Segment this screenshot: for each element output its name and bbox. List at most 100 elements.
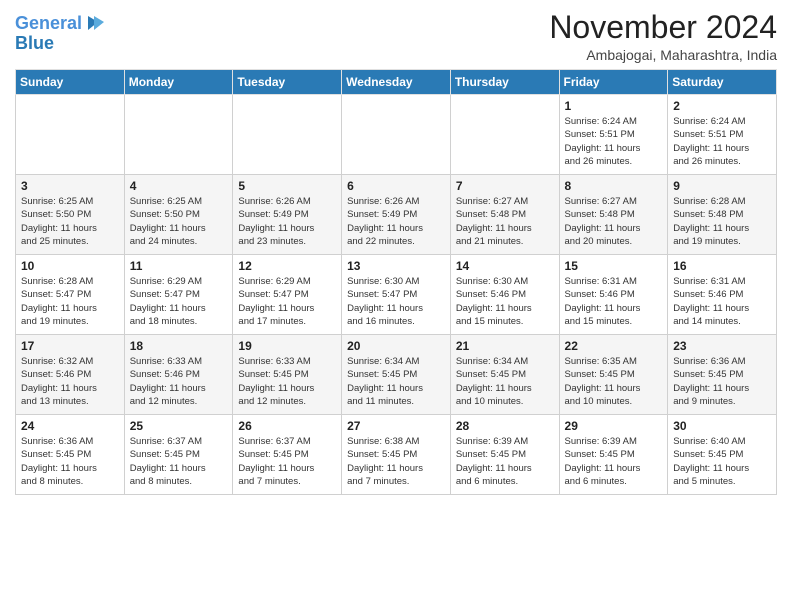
day-cell xyxy=(16,95,125,175)
day-number: 20 xyxy=(347,339,445,353)
day-cell: 23 Sunrise: 6:36 AM Sunset: 5:45 PM Dayli… xyxy=(668,335,777,415)
day-number: 15 xyxy=(565,259,663,273)
day-number: 22 xyxy=(565,339,663,353)
day-info: Sunrise: 6:36 AM Sunset: 5:45 PM Dayligh… xyxy=(673,355,771,408)
day-number: 19 xyxy=(238,339,336,353)
day-cell: 27 Sunrise: 6:38 AM Sunset: 5:45 PM Dayli… xyxy=(342,415,451,495)
day-info: Sunrise: 6:31 AM Sunset: 5:46 PM Dayligh… xyxy=(673,275,771,328)
day-cell: 15 Sunrise: 6:31 AM Sunset: 5:46 PM Dayli… xyxy=(559,255,668,335)
col-header-monday: Monday xyxy=(124,70,233,95)
day-number: 2 xyxy=(673,99,771,113)
day-number: 21 xyxy=(456,339,554,353)
calendar-table: SundayMondayTuesdayWednesdayThursdayFrid… xyxy=(15,69,777,495)
day-number: 13 xyxy=(347,259,445,273)
day-number: 27 xyxy=(347,419,445,433)
day-number: 18 xyxy=(130,339,228,353)
week-row-3: 10Sunrise: 6:28 AM Sunset: 5:47 PM Dayli… xyxy=(16,255,777,335)
day-cell: 10Sunrise: 6:28 AM Sunset: 5:47 PM Dayli… xyxy=(16,255,125,335)
day-number: 17 xyxy=(21,339,119,353)
day-cell: 18 Sunrise: 6:33 AM Sunset: 5:46 PM Dayli… xyxy=(124,335,233,415)
week-row-2: 3 Sunrise: 6:25 AM Sunset: 5:50 PM Daylig… xyxy=(16,175,777,255)
day-number: 11 xyxy=(130,259,228,273)
day-info: Sunrise: 6:26 AM Sunset: 5:49 PM Dayligh… xyxy=(238,195,336,248)
day-cell xyxy=(233,95,342,175)
location: Ambajogai, Maharashtra, India xyxy=(549,47,777,63)
day-number: 28 xyxy=(456,419,554,433)
day-info: Sunrise: 6:39 AM Sunset: 5:45 PM Dayligh… xyxy=(456,435,554,488)
day-info: Sunrise: 6:29 AM Sunset: 5:47 PM Dayligh… xyxy=(238,275,336,328)
day-info: Sunrise: 6:34 AM Sunset: 5:45 PM Dayligh… xyxy=(347,355,445,408)
day-cell: 16 Sunrise: 6:31 AM Sunset: 5:46 PM Dayli… xyxy=(668,255,777,335)
day-cell: 13 Sunrise: 6:30 AM Sunset: 5:47 PM Dayli… xyxy=(342,255,451,335)
col-header-friday: Friday xyxy=(559,70,668,95)
day-cell: 25Sunrise: 6:37 AM Sunset: 5:45 PM Dayli… xyxy=(124,415,233,495)
day-number: 9 xyxy=(673,179,771,193)
day-number: 5 xyxy=(238,179,336,193)
logo-line1: General xyxy=(15,13,82,33)
day-number: 16 xyxy=(673,259,771,273)
day-info: Sunrise: 6:30 AM Sunset: 5:46 PM Dayligh… xyxy=(456,275,554,328)
day-info: Sunrise: 6:28 AM Sunset: 5:48 PM Dayligh… xyxy=(673,195,771,248)
header: General Blue November 2024 Ambajogai, Ma… xyxy=(15,10,777,63)
day-cell: 14 Sunrise: 6:30 AM Sunset: 5:46 PM Dayli… xyxy=(450,255,559,335)
day-info: Sunrise: 6:33 AM Sunset: 5:46 PM Dayligh… xyxy=(130,355,228,408)
month-title: November 2024 xyxy=(549,10,777,45)
day-cell: 6Sunrise: 6:26 AM Sunset: 5:49 PM Daylig… xyxy=(342,175,451,255)
day-cell: 11 Sunrise: 6:29 AM Sunset: 5:47 PM Dayli… xyxy=(124,255,233,335)
day-info: Sunrise: 6:33 AM Sunset: 5:45 PM Dayligh… xyxy=(238,355,336,408)
day-cell: 12 Sunrise: 6:29 AM Sunset: 5:47 PM Dayli… xyxy=(233,255,342,335)
day-cell: 8Sunrise: 6:27 AM Sunset: 5:48 PM Daylig… xyxy=(559,175,668,255)
day-cell: 17 Sunrise: 6:32 AM Sunset: 5:46 PM Dayli… xyxy=(16,335,125,415)
calendar-container: General Blue November 2024 Ambajogai, Ma… xyxy=(0,0,792,505)
day-info: Sunrise: 6:32 AM Sunset: 5:46 PM Dayligh… xyxy=(21,355,119,408)
day-info: Sunrise: 6:39 AM Sunset: 5:45 PM Dayligh… xyxy=(565,435,663,488)
day-cell: 26 Sunrise: 6:37 AM Sunset: 5:45 PM Dayli… xyxy=(233,415,342,495)
day-cell: 2 Sunrise: 6:24 AM Sunset: 5:51 PM Daylig… xyxy=(668,95,777,175)
day-cell: 4Sunrise: 6:25 AM Sunset: 5:50 PM Daylig… xyxy=(124,175,233,255)
day-info: Sunrise: 6:37 AM Sunset: 5:45 PM Dayligh… xyxy=(238,435,336,488)
day-info: Sunrise: 6:25 AM Sunset: 5:50 PM Dayligh… xyxy=(130,195,228,248)
col-header-sunday: Sunday xyxy=(16,70,125,95)
day-info: Sunrise: 6:38 AM Sunset: 5:45 PM Dayligh… xyxy=(347,435,445,488)
day-number: 14 xyxy=(456,259,554,273)
day-info: Sunrise: 6:36 AM Sunset: 5:45 PM Dayligh… xyxy=(21,435,119,488)
calendar-header-row: SundayMondayTuesdayWednesdayThursdayFrid… xyxy=(16,70,777,95)
day-info: Sunrise: 6:31 AM Sunset: 5:46 PM Dayligh… xyxy=(565,275,663,328)
day-cell: 22Sunrise: 6:35 AM Sunset: 5:45 PM Dayli… xyxy=(559,335,668,415)
day-cell: 9 Sunrise: 6:28 AM Sunset: 5:48 PM Daylig… xyxy=(668,175,777,255)
day-info: Sunrise: 6:29 AM Sunset: 5:47 PM Dayligh… xyxy=(130,275,228,328)
day-number: 3 xyxy=(21,179,119,193)
day-number: 1 xyxy=(565,99,663,113)
day-info: Sunrise: 6:34 AM Sunset: 5:45 PM Dayligh… xyxy=(456,355,554,408)
day-number: 30 xyxy=(673,419,771,433)
logo: General Blue xyxy=(15,14,106,54)
day-info: Sunrise: 6:27 AM Sunset: 5:48 PM Dayligh… xyxy=(456,195,554,248)
logo-text: General xyxy=(15,14,82,34)
day-info: Sunrise: 6:24 AM Sunset: 5:51 PM Dayligh… xyxy=(565,115,663,168)
day-cell: 5 Sunrise: 6:26 AM Sunset: 5:49 PM Daylig… xyxy=(233,175,342,255)
day-cell: 28 Sunrise: 6:39 AM Sunset: 5:45 PM Dayli… xyxy=(450,415,559,495)
logo-line2: Blue xyxy=(15,33,54,53)
day-cell: 21 Sunrise: 6:34 AM Sunset: 5:45 PM Dayli… xyxy=(450,335,559,415)
day-info: Sunrise: 6:25 AM Sunset: 5:50 PM Dayligh… xyxy=(21,195,119,248)
day-cell: 3 Sunrise: 6:25 AM Sunset: 5:50 PM Daylig… xyxy=(16,175,125,255)
day-info: Sunrise: 6:26 AM Sunset: 5:49 PM Dayligh… xyxy=(347,195,445,248)
day-number: 29 xyxy=(565,419,663,433)
day-cell xyxy=(450,95,559,175)
week-row-5: 24 Sunrise: 6:36 AM Sunset: 5:45 PM Dayli… xyxy=(16,415,777,495)
day-number: 7 xyxy=(456,179,554,193)
day-number: 26 xyxy=(238,419,336,433)
day-cell: 20 Sunrise: 6:34 AM Sunset: 5:45 PM Dayli… xyxy=(342,335,451,415)
title-block: November 2024 Ambajogai, Maharashtra, In… xyxy=(549,10,777,63)
day-number: 24 xyxy=(21,419,119,433)
day-cell: 1 Sunrise: 6:24 AM Sunset: 5:51 PM Daylig… xyxy=(559,95,668,175)
day-info: Sunrise: 6:24 AM Sunset: 5:51 PM Dayligh… xyxy=(673,115,771,168)
day-number: 12 xyxy=(238,259,336,273)
col-header-tuesday: Tuesday xyxy=(233,70,342,95)
day-cell: 7 Sunrise: 6:27 AM Sunset: 5:48 PM Daylig… xyxy=(450,175,559,255)
day-number: 23 xyxy=(673,339,771,353)
day-info: Sunrise: 6:30 AM Sunset: 5:47 PM Dayligh… xyxy=(347,275,445,328)
col-header-thursday: Thursday xyxy=(450,70,559,95)
day-number: 10 xyxy=(21,259,119,273)
day-info: Sunrise: 6:27 AM Sunset: 5:48 PM Dayligh… xyxy=(565,195,663,248)
